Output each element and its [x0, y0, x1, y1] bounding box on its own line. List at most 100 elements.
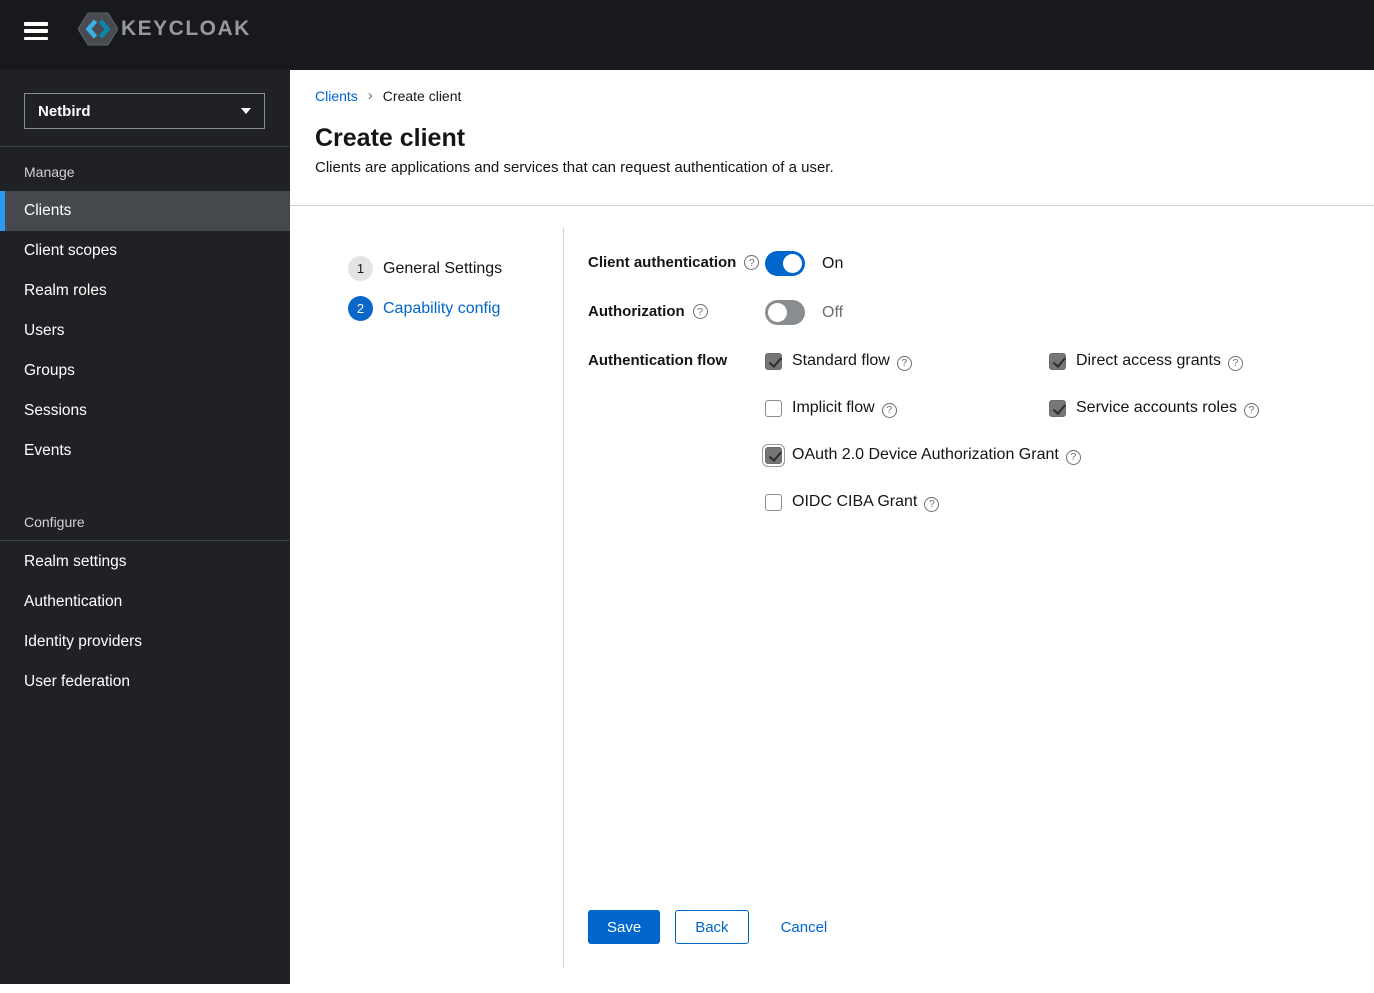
wizard-content-divider — [563, 228, 564, 968]
manage-nav-list: Clients Client scopes Realm roles Users … — [0, 191, 290, 471]
checkbox-oauth-device-authorization-grant[interactable]: OAuth 2.0 Device Authorization Grant — [762, 443, 1259, 467]
authorization-toggle[interactable] — [765, 300, 805, 325]
question-circle-icon[interactable] — [1065, 449, 1081, 465]
sidebar-divider — [0, 540, 290, 541]
question-circle-icon[interactable] — [896, 355, 912, 371]
sidebar-item-label: Client scopes — [24, 242, 118, 259]
sidebar-divider — [0, 146, 290, 147]
keycloak-hexagon-icon — [78, 12, 118, 46]
sidebar-item-label: Sessions — [24, 402, 87, 419]
toggle-knob — [768, 303, 787, 322]
field-label-cell: Authentication flow — [588, 349, 765, 369]
realm-name: Netbird — [38, 102, 91, 120]
sidebar-item-client-scopes[interactable]: Client scopes — [0, 231, 290, 271]
checkbox-label: OAuth 2.0 Device Authorization Grant — [792, 446, 1059, 463]
sidebar-item-users[interactable]: Users — [0, 311, 290, 351]
realm-selector[interactable]: Netbird — [24, 93, 265, 129]
sidebar: Netbird Manage Clients Client scopes Rea… — [0, 70, 290, 984]
breadcrumb-clients-link[interactable]: Clients — [315, 88, 358, 104]
checkbox-oidc-ciba-grant[interactable]: OIDC CIBA Grant — [765, 493, 1259, 512]
client-authentication-row: Client authentication On — [588, 251, 843, 276]
checkbox-box[interactable] — [765, 352, 782, 370]
toggle-knob — [783, 254, 802, 273]
main-content: Clients Create client Create client Clie… — [290, 70, 1374, 993]
checkbox-label: OIDC CIBA Grant — [792, 493, 918, 510]
sidebar-item-realm-roles[interactable]: Realm roles — [0, 271, 290, 311]
sidebar-item-clients[interactable]: Clients — [0, 191, 290, 231]
wizard-actions: Save Back Cancel — [588, 910, 827, 944]
sidebar-item-identity-providers[interactable]: Identity providers — [0, 622, 290, 662]
checkbox-label: Standard flow — [792, 352, 890, 369]
checkbox-label: Service accounts roles — [1076, 399, 1237, 416]
wizard-step-capability-config[interactable]: 2 Capability config — [348, 296, 502, 321]
checkbox-box[interactable] — [1049, 399, 1066, 417]
sidebar-section-configure: Configure — [24, 514, 85, 530]
angle-right-icon — [368, 89, 373, 103]
sidebar-item-label: Realm settings — [24, 553, 127, 570]
cancel-button[interactable]: Cancel — [781, 919, 828, 936]
field-label-cell: Authorization — [588, 300, 765, 320]
toggle-state-label: Off — [822, 303, 844, 321]
save-button[interactable]: Save — [588, 910, 661, 944]
sidebar-section-manage: Manage — [24, 164, 75, 180]
checkbox-implicit-flow[interactable]: Implicit flow — [765, 399, 1049, 418]
page-subtitle: Clients are applications and services th… — [315, 159, 834, 176]
client-authentication-label: Client authentication — [588, 254, 737, 271]
keycloak-admin-console: KEYCLOAK Netbird Manage Clients Client s… — [0, 0, 1374, 993]
back-button[interactable]: Back — [675, 910, 749, 944]
sidebar-item-groups[interactable]: Groups — [0, 351, 290, 391]
checkbox-direct-access-grants[interactable]: Direct access grants — [1049, 352, 1259, 371]
authentication-flow-options: Standard flow Direct access grants Impli… — [762, 349, 1259, 514]
header-divider — [290, 205, 1374, 206]
checkbox-box[interactable] — [1049, 352, 1066, 370]
question-circle-icon[interactable] — [744, 255, 760, 270]
sidebar-item-label: Identity providers — [24, 633, 143, 650]
authorization-label: Authorization — [588, 303, 685, 320]
sidebar-item-label: Users — [24, 322, 65, 339]
field-control-cell: Off — [765, 300, 843, 325]
checkbox-box[interactable] — [765, 493, 782, 511]
sidebar-item-user-federation[interactable]: User federation — [0, 662, 290, 702]
configure-nav-list: Realm settings Authentication Identity p… — [0, 542, 290, 702]
wizard-step-general-settings[interactable]: 1 General Settings — [348, 256, 502, 281]
sidebar-item-sessions[interactable]: Sessions — [0, 391, 290, 431]
masthead: KEYCLOAK — [0, 0, 1374, 70]
checkbox-box[interactable] — [762, 443, 785, 467]
sidebar-item-label: Realm roles — [24, 282, 107, 299]
checkbox-service-accounts-roles[interactable]: Service accounts roles — [1049, 399, 1259, 418]
sidebar-item-realm-settings[interactable]: Realm settings — [0, 542, 290, 582]
checkbox-label: Implicit flow — [792, 399, 875, 416]
checkbox-label: Direct access grants — [1076, 352, 1221, 369]
question-circle-icon[interactable] — [1243, 402, 1259, 418]
authentication-flow-label: Authentication flow — [588, 352, 728, 369]
question-circle-icon[interactable] — [924, 496, 940, 512]
sidebar-item-events[interactable]: Events — [0, 431, 290, 471]
step-label: Capability config — [383, 299, 501, 317]
keycloak-logo: KEYCLOAK — [78, 11, 251, 47]
chevron-down-icon — [241, 108, 251, 114]
checkbox-box[interactable] — [765, 399, 782, 417]
page-title: Create client — [315, 124, 466, 152]
breadcrumb: Clients Create client — [315, 88, 461, 104]
authorization-row: Authorization Off — [588, 300, 843, 325]
question-circle-icon[interactable] — [692, 304, 708, 319]
step-number-badge: 1 — [348, 256, 373, 281]
sidebar-item-label: Groups — [24, 362, 75, 379]
client-authentication-toggle[interactable] — [765, 251, 805, 276]
question-circle-icon[interactable] — [1227, 355, 1243, 371]
checkbox-standard-flow[interactable]: Standard flow — [765, 352, 1049, 371]
authentication-flow-row: Authentication flow Standard flow Direct… — [588, 349, 1259, 514]
toggle-state-label: On — [822, 254, 844, 272]
wizard-steps: 1 General Settings 2 Capability config — [348, 256, 502, 321]
breadcrumb-current: Create client — [382, 88, 462, 104]
step-label: General Settings — [383, 259, 503, 277]
sidebar-item-authentication[interactable]: Authentication — [0, 582, 290, 622]
sidebar-item-label: Clients — [24, 202, 72, 219]
sidebar-item-label: User federation — [24, 673, 130, 690]
question-circle-icon[interactable] — [881, 402, 897, 418]
step-number-badge: 2 — [348, 296, 373, 321]
nav-toggle-hamburger-icon[interactable] — [24, 22, 48, 40]
field-control-cell: On — [765, 251, 843, 276]
field-label-cell: Client authentication — [588, 251, 765, 271]
logo-wordmark: KEYCLOAK — [121, 17, 251, 40]
